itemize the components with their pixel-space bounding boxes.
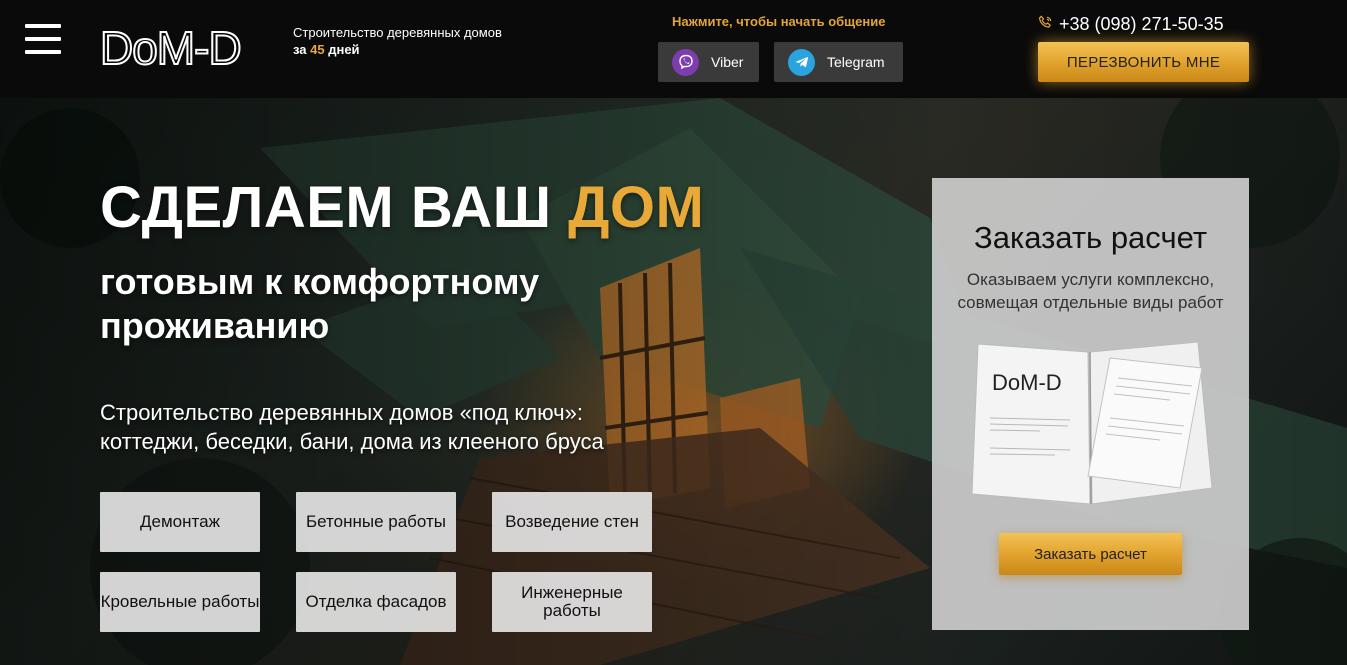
brand-logo-text: DoM-D [100,24,241,70]
hero-title: СДЕЛАЕМ ВАШ ДОМ [100,175,705,240]
hero-subtitle: готовым к комфортному проживанию [100,261,540,346]
site-header: DoM-D Строительство деревянных домов за … [0,0,1347,98]
header-tagline: Строительство деревянных домов за 45 дне… [293,24,502,58]
brochure-image: DoM-D [971,341,1213,505]
viber-icon [672,48,699,76]
service-engineering-button[interactable]: Инженерные работы [492,572,652,632]
tagline-line2: за 45 дней [293,42,360,57]
phone-icon [1038,14,1053,35]
hero-title-accent: ДОМ [568,175,705,240]
telegram-icon [788,48,815,76]
order-card-subtitle: Оказываем услуги комплексно, совмещая от… [957,270,1224,312]
menu-icon[interactable] [25,24,61,54]
hero-lead: Строительство деревянных домов «под ключ… [100,400,604,454]
telegram-button[interactable]: Telegram [774,42,903,82]
order-card-title: Заказать расчет [973,220,1208,255]
viber-button[interactable]: Viber [658,42,759,82]
tagline-days-number: 45 [310,42,325,57]
service-roofing-button[interactable]: Кровельные работы [100,572,260,632]
order-card: Заказать расчет Оказываем услуги комплек… [932,178,1249,630]
callback-button[interactable]: ПЕРЕЗВОНИТЬ МНЕ [1038,42,1249,82]
phone-number[interactable]: +38 (098) 271-50-35 [1038,14,1224,35]
service-walls-button[interactable]: Возведение стен [492,492,652,552]
hero-section: СДЕЛАЕМ ВАШ ДОМ готовым к комфортному пр… [0,98,1347,665]
viber-label: Viber [711,54,744,70]
brochure-logo: DoM-D [992,370,1062,395]
tagline-line1: Строительство деревянных домов [293,25,502,40]
service-demontazh-button[interactable]: Демонтаж [100,492,260,552]
service-facade-button[interactable]: Отделка фасадов [296,572,456,632]
chat-hint: Нажмите, чтобы начать общение [672,14,886,29]
phone-text: +38 (098) 271-50-35 [1059,14,1224,34]
service-concrete-button[interactable]: Бетонные работы [296,492,456,552]
brand-logo[interactable]: DoM-D [100,24,274,70]
order-calc-button[interactable]: Заказать расчет [999,533,1182,575]
telegram-label: Telegram [827,54,885,70]
